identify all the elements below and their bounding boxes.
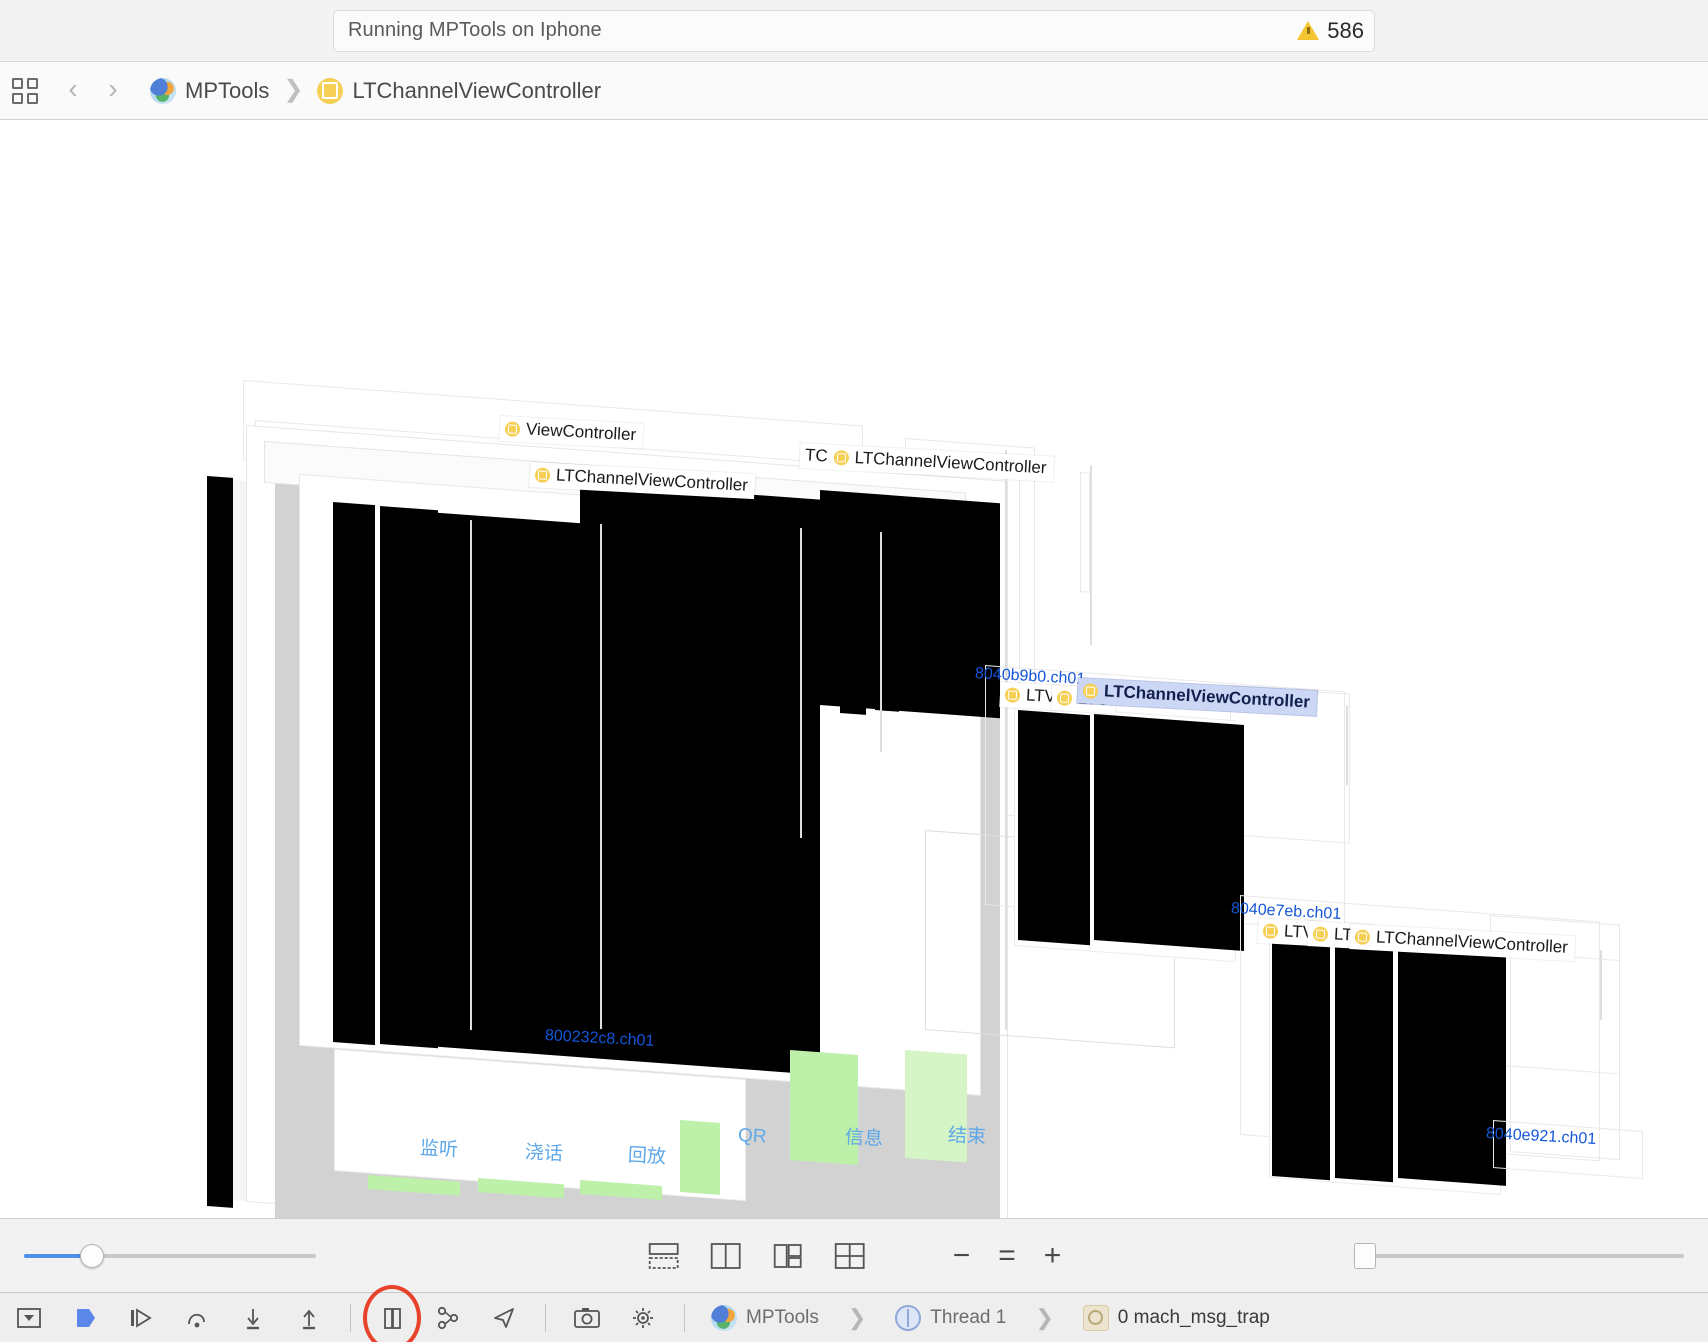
slider-thumb[interactable] [80,1243,104,1268]
video-layer[interactable] [1335,942,1393,1183]
view-controller-icon [1056,689,1073,706]
hide-debug-area-icon[interactable] [14,1304,44,1332]
video-layer[interactable] [875,500,899,712]
tab-button-label[interactable]: 信息 [844,1122,883,1151]
breadcrumb-label-viewcontroller: LTChannelViewController [352,77,602,103]
tab-button-label[interactable]: 回放 [627,1140,666,1169]
view-hierarchy-scene[interactable]: 监听 浇话 回放 QR 信息 结束 800232c8.ch01 8040b9b0… [0,120,1708,1218]
divider [684,1303,685,1332]
show-constraints-icon[interactable] [833,1241,867,1271]
jump-bar: ‹ › MPTools ❯ LTChannelViewController [0,62,1708,120]
back-button[interactable]: ‹ [56,74,90,107]
simulate-location-icon[interactable] [489,1304,519,1332]
activity-status-text: Running MPTools on Iphone [348,19,602,41]
zoom-actual-size-button[interactable]: = [998,1240,1016,1271]
zoom-in-button[interactable]: + [1044,1240,1062,1271]
continue-icon[interactable] [70,1304,100,1332]
subview-wire [470,520,472,1031]
breadcrumb-item-viewcontroller[interactable]: LTChannelViewController [317,77,602,104]
debug-breadcrumb-project[interactable]: MPTools [711,1304,819,1331]
video-layer[interactable] [1094,714,1244,952]
debug-settings-icon[interactable] [628,1304,658,1332]
show-clipped-content-icon[interactable] [771,1241,805,1271]
subview-wire [800,528,802,839]
view-controller-icon [1082,682,1099,699]
subview-wire [880,532,882,753]
view-controller-icon [1354,928,1371,945]
debug-memory-graph-icon[interactable] [433,1304,463,1332]
video-layer[interactable] [1018,710,1090,946]
toolbar-center-controls: − = + [647,1240,1062,1271]
warning-badge[interactable]: 586 [1297,18,1364,44]
forward-button[interactable]: › [96,74,130,107]
divider [545,1303,546,1332]
view-controller-label-prefix: TC [804,445,829,466]
view-controller-icon [534,466,551,483]
view-spacing-slider[interactable] [24,1243,316,1268]
debug-breadcrumb-separator: ❯ [847,1304,867,1330]
video-layer[interactable] [1398,946,1506,1186]
video-layer[interactable] [840,498,866,715]
subview-wire [600,524,602,1030]
tab-button-label[interactable]: 结束 [947,1120,986,1149]
frame-icon [1082,1304,1109,1331]
video-layer[interactable] [333,502,375,1046]
step-out-icon[interactable] [238,1304,268,1332]
debug-breadcrumb-separator: ❯ [1035,1304,1054,1330]
view-controller-icon [317,77,344,104]
view-controller-icon [1312,925,1329,942]
breadcrumb-label-project: MPTools [185,77,270,103]
slider-track [1354,1253,1684,1258]
device-edge-layer[interactable] [207,476,233,1208]
video-layer[interactable] [1272,938,1330,1181]
debug-breadcrumb-frame[interactable]: 0 mach_msg_trap [1082,1304,1270,1331]
debug-bar: MPTools ❯ Thread 1 ❯ 0 mach_msg_trap [0,1284,1708,1342]
project-icon [711,1304,737,1331]
project-icon [150,77,176,104]
view-controller-icon [1262,922,1279,939]
step-out-up-icon[interactable] [294,1304,324,1332]
debug-breadcrumb-label-frame: 0 mach_msg_trap [1117,1306,1270,1328]
view-controller-icon [1004,686,1021,703]
breadcrumb-separator: ❯ [283,75,304,103]
video-layer[interactable] [905,502,927,709]
capture-gpu-frame-icon[interactable] [572,1304,602,1332]
step-into-icon[interactable] [182,1304,212,1332]
clipping-plane-slider[interactable] [1354,1242,1684,1269]
debug-breadcrumb-label-thread: Thread 1 [930,1306,1007,1328]
warning-count: 586 [1327,17,1364,43]
view-debugger-canvas[interactable]: 监听 浇话 回放 QR 信息 结束 800232c8.ch01 8040b9b0… [0,120,1708,1218]
orient-vertically-icon[interactable] [709,1241,743,1271]
debug-breadcrumb-thread[interactable]: Thread 1 [895,1304,1007,1331]
view-debugger-toolbar: − = + [0,1218,1708,1292]
step-over-icon[interactable] [126,1304,156,1332]
orient-horizontally-icon[interactable] [647,1241,681,1271]
view-controller-icon [833,449,850,466]
tab-button-label[interactable]: 浇话 [524,1137,563,1166]
zoom-out-button[interactable]: − [953,1240,971,1271]
debug-view-hierarchy-icon[interactable] [363,1284,421,1342]
view-controller-label-text: ViewController [525,419,637,445]
divider [350,1303,351,1332]
status-bar: Running MPTools on Iphone 586 [0,0,1708,62]
tab-button-label[interactable]: QR [737,1125,767,1149]
view-controller-icon [504,420,521,437]
debug-breadcrumb-label-project: MPTools [746,1306,819,1328]
activity-status-field[interactable]: Running MPTools on Iphone 586 [333,9,1375,52]
breadcrumb-item-project[interactable]: MPTools [150,77,270,104]
device-edge-layer[interactable] [233,480,247,1202]
grid-view-icon[interactable] [12,77,38,104]
slider-thumb[interactable] [1354,1242,1376,1269]
subview-wire [1090,465,1092,646]
wireframe-layer [1080,472,1090,593]
tab-button-label[interactable]: 监听 [419,1133,458,1162]
warning-triangle-icon [1297,21,1320,40]
thread-icon [895,1304,922,1331]
tab-item-highlight[interactable] [680,1120,720,1195]
